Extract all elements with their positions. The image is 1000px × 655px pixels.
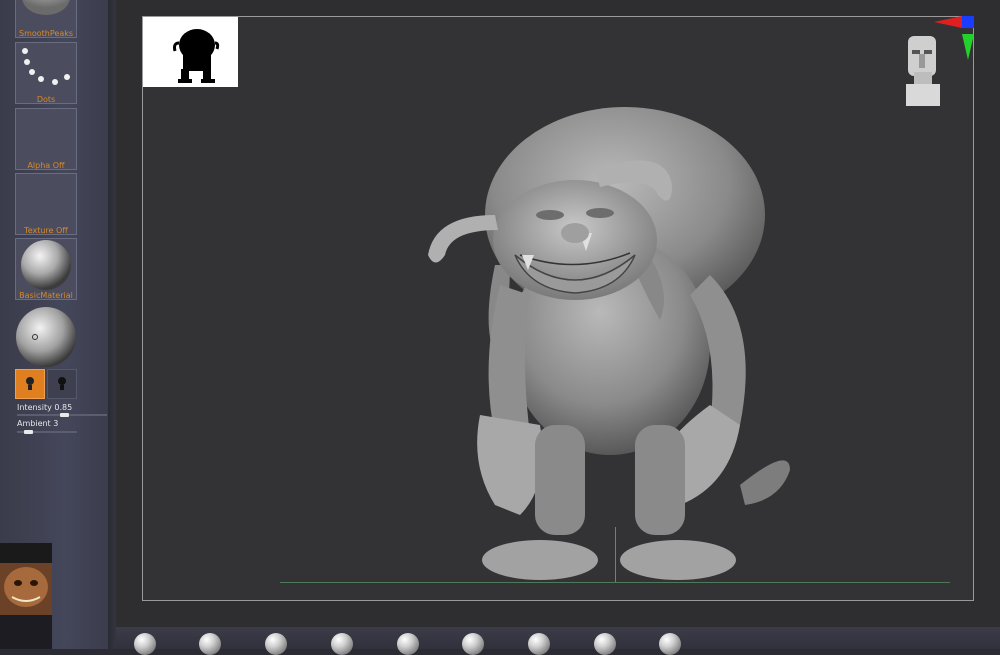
reference-creature-photo-icon [0, 543, 52, 649]
basic-material-sphere-icon [21, 240, 71, 290]
y-axis-line [615, 527, 616, 582]
snake-hook-icon[interactable] [528, 633, 550, 655]
clay-brush-icon[interactable] [265, 633, 287, 655]
ambient-label: Ambient [17, 419, 51, 428]
bulb-icon [58, 377, 66, 390]
light-1-button[interactable] [15, 369, 45, 399]
floor-grid-line [280, 582, 950, 583]
pinch-brush-icon[interactable] [397, 633, 419, 655]
stroke-swatch-dots[interactable]: Dots [15, 42, 77, 104]
dam-standard-icon[interactable] [594, 633, 616, 655]
sculpted-creature-model[interactable] [410, 105, 830, 585]
swatch-label: Texture Off [24, 226, 68, 235]
trim-brush-icon[interactable] [659, 633, 681, 655]
texture-swatch[interactable]: Texture Off [15, 173, 77, 235]
orientation-navigator[interactable] [890, 14, 980, 114]
bulb-icon [26, 377, 34, 390]
material-swatch[interactable]: BasicMaterial [15, 238, 77, 300]
ambient-slider[interactable] [17, 430, 77, 434]
swatch-label: BasicMaterial [19, 291, 73, 300]
standard-brush-icon[interactable] [134, 633, 156, 655]
ambient-slider-knob[interactable] [24, 430, 33, 434]
flatten-brush-icon[interactable] [462, 633, 484, 655]
swatch-label: SmoothPeaks [18, 29, 74, 38]
intensity-slider[interactable] [17, 413, 107, 417]
move-brush-icon[interactable] [199, 633, 221, 655]
tray-divider [108, 0, 116, 649]
orientation-head-icon [906, 36, 940, 106]
inflate-brush-icon[interactable] [331, 633, 353, 655]
light-2-button[interactable] [47, 369, 77, 399]
intensity-slider-knob[interactable] [60, 413, 69, 417]
bottom-brush-shelf [116, 627, 1000, 649]
ambient-value: 3 [53, 419, 59, 428]
ambient-slider-label: Ambient 3 [17, 419, 58, 428]
intensity-label: Intensity [17, 403, 52, 412]
reference-image-panel [0, 543, 52, 649]
light-placement-sphere[interactable] [15, 306, 77, 368]
brush-swatch-smoothpeaks[interactable]: SmoothPeaks [15, 0, 77, 38]
alpha-swatch[interactable]: Alpha Off [15, 108, 77, 170]
swatch-label: Dots [36, 95, 56, 104]
z-axis-box [962, 16, 974, 28]
y-axis-arrow [962, 34, 974, 60]
silhouette-thumbnail-icon [173, 29, 220, 83]
silhouette-thumbnail [143, 17, 238, 87]
x-axis-arrow [934, 16, 962, 28]
swatch-label: Alpha Off [27, 161, 65, 170]
intensity-slider-label: Intensity 0.85 [17, 403, 72, 412]
intensity-value: 0.85 [54, 403, 73, 412]
